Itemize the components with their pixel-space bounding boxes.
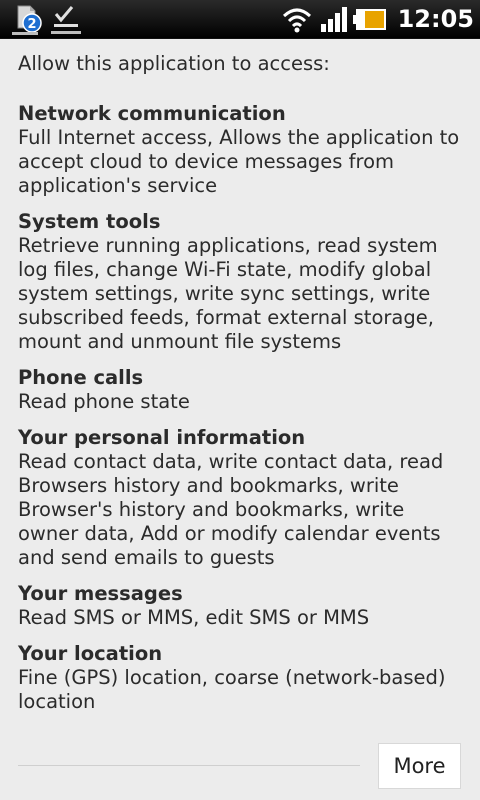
download-complete-icon bbox=[51, 6, 81, 34]
permission-group-title: Phone calls bbox=[18, 366, 144, 389]
permission-group-description: Fine (GPS) location, coarse (network-bas… bbox=[18, 666, 446, 713]
system-status-icons: 12:05 bbox=[280, 0, 474, 38]
permission-group-description: Read phone state bbox=[18, 390, 190, 413]
permissions-list: Allow this application to access: Networ… bbox=[18, 52, 468, 726]
permission-group-messages: Your messages Read SMS or MMS, edit SMS … bbox=[18, 582, 468, 630]
permission-group-description: Full Internet access, Allows the applica… bbox=[18, 126, 460, 197]
more-button[interactable]: More bbox=[378, 743, 461, 789]
permission-group-title: Your messages bbox=[18, 582, 183, 605]
permission-group-system-tools: System tools Retrieve running applicatio… bbox=[18, 210, 468, 354]
permission-group-title: Your location bbox=[18, 642, 163, 665]
permission-group-location: Your location Fine (GPS) location, coars… bbox=[18, 642, 468, 714]
permission-group-network: Network communication Full Internet acce… bbox=[18, 102, 468, 198]
permission-group-phone-calls: Phone calls Read phone state bbox=[18, 366, 468, 414]
permission-group-personal-info: Your personal information Read contact d… bbox=[18, 426, 468, 570]
permission-group-description: Read contact data, write contact data, r… bbox=[18, 450, 444, 569]
file-notification-icon: 2 bbox=[12, 5, 42, 35]
notification-icons[interactable]: 2 bbox=[10, 2, 90, 36]
battery-level-fill bbox=[364, 11, 384, 28]
permissions-intro: Allow this application to access: bbox=[18, 52, 330, 75]
battery-charging-icon bbox=[352, 9, 386, 30]
permission-group-description: Read SMS or MMS, edit SMS or MMS bbox=[18, 606, 370, 629]
divider bbox=[18, 765, 360, 766]
permission-group-title: Your personal information bbox=[18, 426, 306, 449]
clock: 12:05 bbox=[397, 5, 474, 33]
permission-group-title: System tools bbox=[18, 210, 161, 233]
status-bar: 2 12:05 bbox=[0, 0, 480, 39]
wifi-icon bbox=[282, 8, 311, 33]
signal-icon bbox=[320, 7, 347, 32]
notification-count: 2 bbox=[27, 17, 36, 32]
permission-group-title: Network communication bbox=[18, 102, 286, 125]
notification-area: 2 bbox=[12, 5, 81, 35]
permission-group-description: Retrieve running applications, read syst… bbox=[18, 234, 438, 353]
